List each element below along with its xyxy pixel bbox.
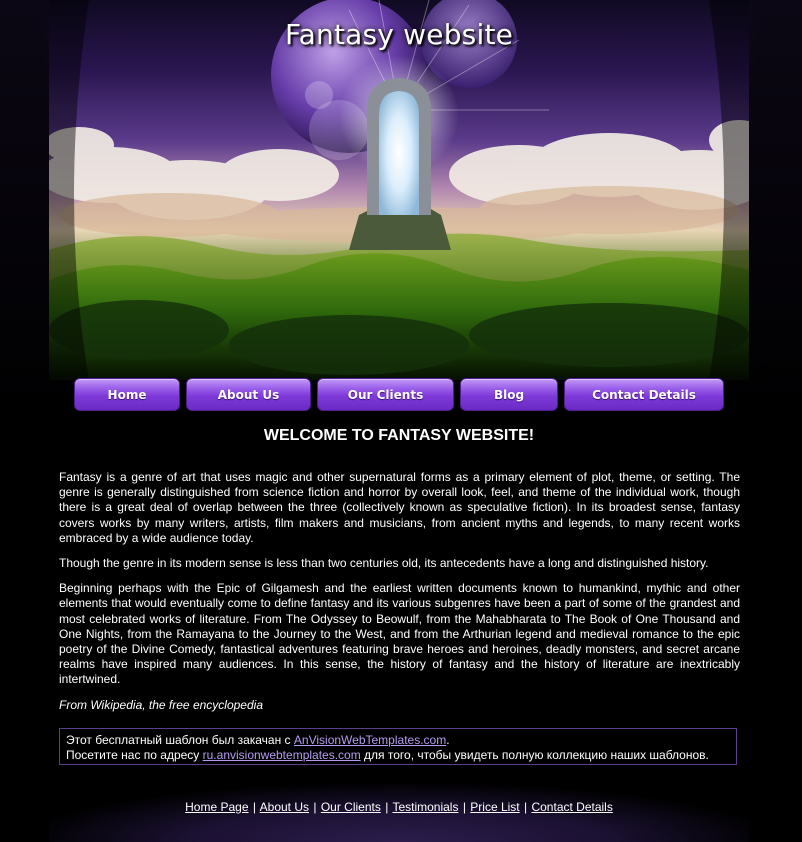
nav-contact-details-button[interactable]: Contact Details (564, 378, 724, 411)
source-attribution: From Wikipedia, the free encyclopedia (59, 697, 263, 712)
header-banner-image (49, 0, 749, 380)
anvision-link[interactable]: AnVisionWebTemplates.com (294, 733, 446, 747)
footer-link-home-page[interactable]: Home Page (185, 800, 248, 814)
footer-navigation: Home Page | About Us | Our Clients | Tes… (49, 800, 749, 814)
footer-link-about-us[interactable]: About Us (260, 800, 309, 814)
footer-link-testimonials[interactable]: Testimonials (392, 800, 458, 814)
welcome-heading: WELCOME TO FANTASY WEBSITE! (263, 427, 535, 444)
notice-line-2: Посетите нас по адресу ru.anvisionwebtem… (66, 748, 730, 763)
fantasy-landscape-illustration (49, 0, 749, 380)
nav-about-us-button[interactable]: About Us (186, 378, 311, 411)
notice-line-1: Этот бесплатный шаблон был закачан с AnV… (66, 733, 730, 748)
content-paragraph: Fantasy is a genre of art that uses magi… (59, 470, 740, 545)
footer-separator: | (462, 800, 466, 814)
main-navigation: Home About Us Our Clients Blog Contact D… (0, 378, 802, 412)
content-paragraph: Beginning perhaps with the Epic of Gilga… (59, 581, 740, 687)
footer-link-contact-details[interactable]: Contact Details (531, 800, 612, 814)
footer-separator: | (524, 800, 528, 814)
footer-link-price-list[interactable]: Price List (470, 800, 519, 814)
nav-blog-button[interactable]: Blog (460, 378, 558, 411)
site-title: Fantasy website (284, 18, 514, 51)
notice-text: для того, чтобы увидеть полную коллекцию… (360, 748, 709, 762)
footer-separator: | (252, 800, 256, 814)
main-content: Fantasy is a genre of art that uses magi… (59, 470, 740, 723)
nav-home-button[interactable]: Home (74, 378, 180, 411)
footer-link-our-clients[interactable]: Our Clients (321, 800, 381, 814)
notice-text: . (446, 733, 450, 747)
template-notice-box: Этот бесплатный шаблон был закачан с AnV… (59, 728, 737, 765)
notice-text: Этот бесплатный шаблон был закачан с (66, 733, 294, 747)
footer-separator: | (313, 800, 317, 814)
notice-text: Посетите нас по адресу (66, 748, 203, 762)
ru-anvision-link[interactable]: ru.anvisionwebtemplates.com (203, 748, 361, 762)
content-paragraph: Though the genre in its modern sense is … (59, 556, 709, 571)
nav-our-clients-button[interactable]: Our Clients (317, 378, 454, 411)
footer-separator: | (385, 800, 389, 814)
